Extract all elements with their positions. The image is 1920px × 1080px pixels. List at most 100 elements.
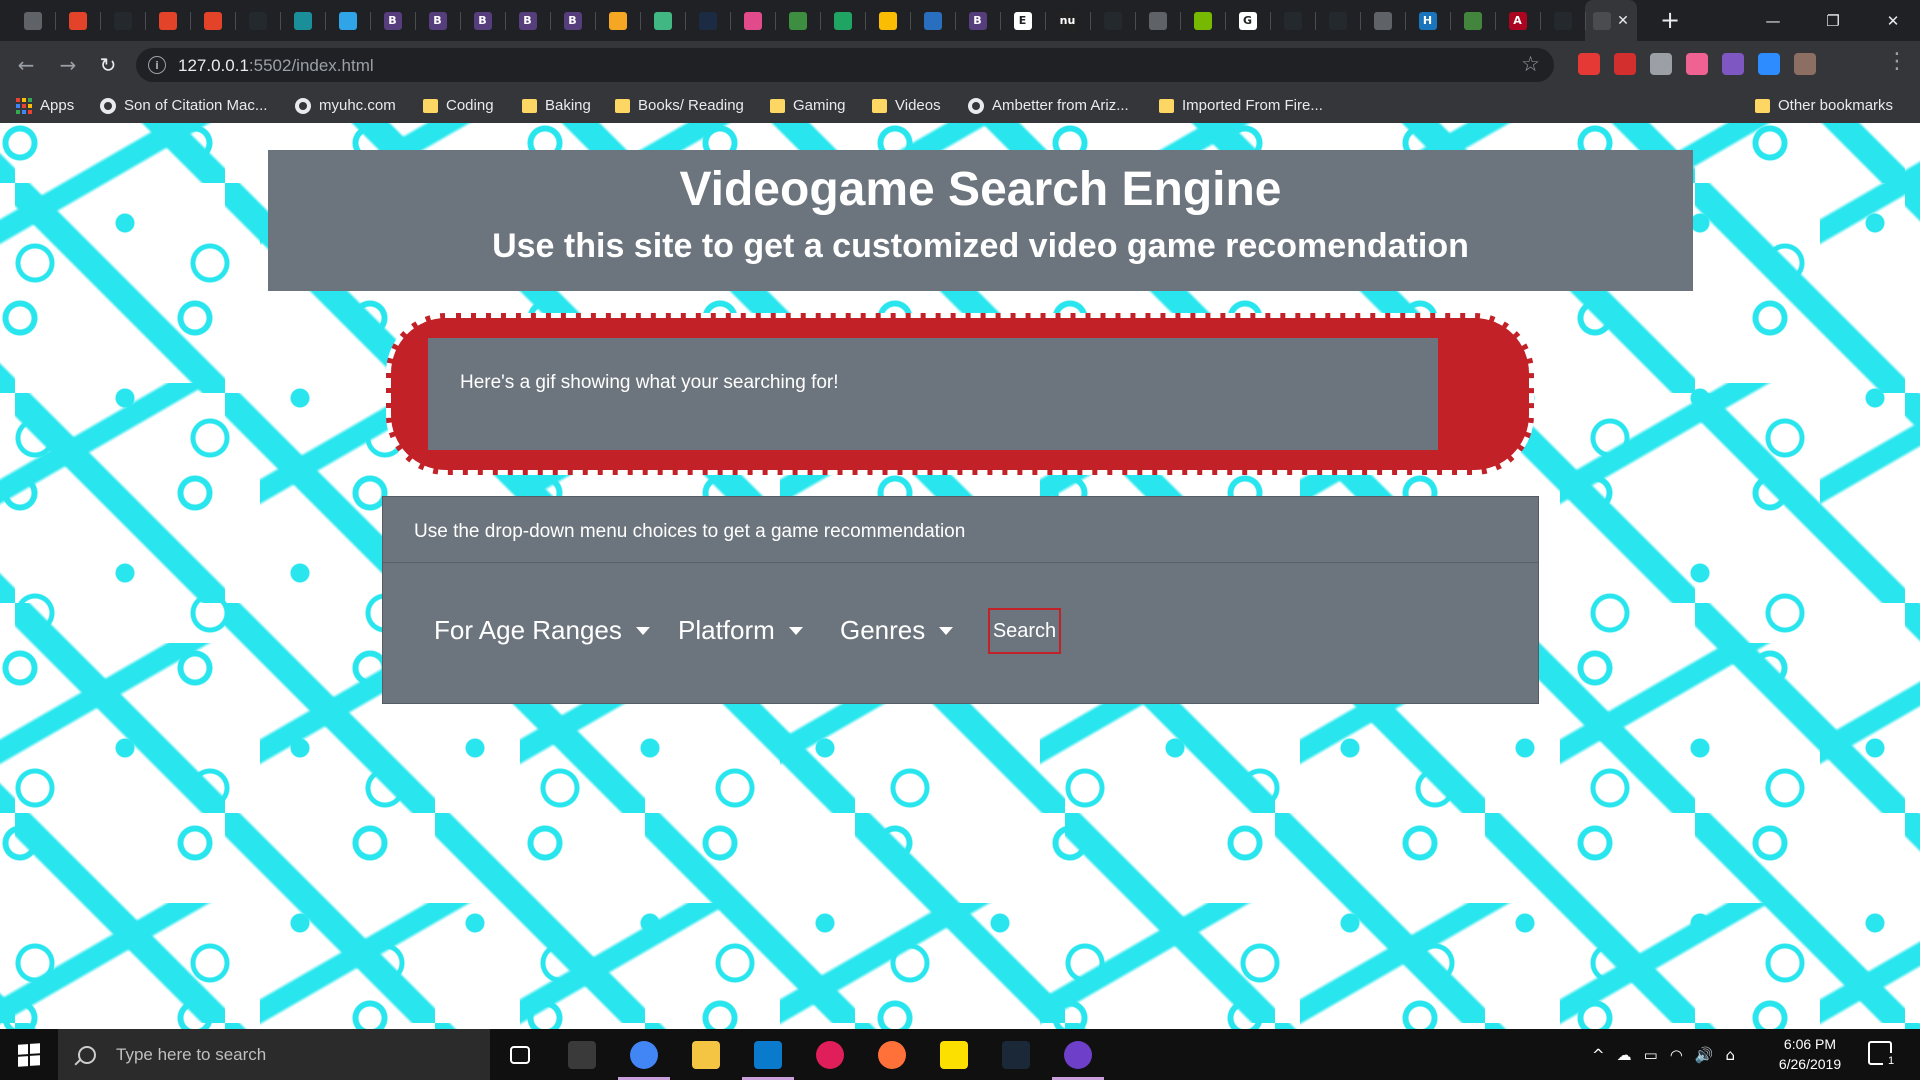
url-text[interactable]: 127.0.0.1:5502/index.html [178,56,374,76]
browser-tab[interactable] [235,0,280,41]
browser-tab[interactable] [910,0,955,41]
taskbar-app-button[interactable] [986,1029,1046,1080]
browser-tab[interactable] [640,0,685,41]
genres-dropdown[interactable]: Genres [840,615,954,646]
browser-tab[interactable] [1540,0,1585,41]
search-button[interactable]: Search [988,608,1061,654]
taskbar-app-button[interactable] [862,1029,922,1080]
browser-tab[interactable] [1315,0,1360,41]
forward-button[interactable]: → [52,49,84,81]
browser-tab[interactable] [1135,0,1180,41]
taskbar-app-button[interactable] [552,1029,612,1080]
browser-tab[interactable] [1450,0,1495,41]
taskbar-app-button[interactable] [614,1029,674,1080]
browser-tab[interactable]: B [460,0,505,41]
extension-icon[interactable] [1794,53,1816,75]
minimize-button[interactable]: — [1750,0,1796,41]
bookmark-item[interactable]: Baking [522,88,591,123]
bookmark-star-icon[interactable]: ☆ [1521,52,1540,76]
back-button[interactable]: ← [10,49,42,81]
platform-dropdown[interactable]: Platform [678,615,803,646]
wave-icon [923,11,942,30]
browser-tab[interactable]: H [1405,0,1450,41]
site-info-icon[interactable]: i [148,56,166,74]
browser-tab[interactable]: B [550,0,595,41]
browser-tab[interactable] [55,0,100,41]
taskbar-app-button[interactable] [1048,1029,1108,1080]
bookmark-label: Videos [895,97,941,114]
bookmark-item[interactable]: Imported From Fire... [1159,88,1323,123]
browser-tab[interactable] [10,0,55,41]
browser-tab[interactable] [280,0,325,41]
bootstrap-icon: B [968,11,987,30]
bookmark-item[interactable]: Ambetter from Ariz... [968,88,1129,123]
restore-button[interactable]: ❐ [1810,0,1856,41]
taskbar-app-button[interactable] [490,1029,550,1080]
bookmark-item[interactable]: Videos [872,88,941,123]
browser-tab[interactable] [685,0,730,41]
bookmark-item[interactable]: Apps [16,88,74,123]
browser-tab[interactable] [865,0,910,41]
new-tab-button[interactable]: + [1654,4,1686,36]
browser-tab[interactable]: nu [1045,0,1090,41]
taskbar-app-button[interactable] [800,1029,860,1080]
browser-tab[interactable] [1270,0,1315,41]
browser-tab-active[interactable]: ✕ [1585,0,1637,41]
bookmark-item[interactable]: Son of Citation Mac... [100,88,267,123]
bookmark-item[interactable]: Books/ Reading [615,88,744,123]
browser-tab[interactable]: G [1225,0,1270,41]
browser-tab[interactable] [730,0,775,41]
browser-tab[interactable] [1360,0,1405,41]
tray-icon[interactable]: ◠ [1670,1046,1683,1064]
browser-tab[interactable] [100,0,145,41]
card-controls: For Age Ranges Platform Genres Search [383,563,1538,705]
github-desktop-icon [1064,1040,1092,1069]
browser-menu-icon[interactable]: ⋮ [1886,49,1908,74]
tray-icon[interactable]: ⌂ [1726,1046,1736,1064]
extension-icon[interactable] [1758,53,1780,75]
browser-tab[interactable] [190,0,235,41]
taskbar-search-box[interactable]: Type here to search [58,1029,490,1080]
browser-tab[interactable]: E [1000,0,1045,41]
close-tab-icon[interactable]: ✕ [1617,13,1629,29]
taskbar-app-button[interactable] [738,1029,798,1080]
other-bookmarks[interactable]: Other bookmarks [1755,88,1893,123]
browser-tab[interactable] [325,0,370,41]
address-bar[interactable]: i 127.0.0.1:5502/index.html ☆ [136,48,1554,82]
extension-icon[interactable] [1650,53,1672,75]
bookmark-item[interactable]: myuhc.com [295,88,396,123]
reload-button[interactable]: ↻ [92,49,124,81]
extension-icon[interactable] [1614,53,1636,75]
bookmark-item[interactable]: Gaming [770,88,846,123]
browser-tab[interactable]: B [415,0,460,41]
browser-tab[interactable] [820,0,865,41]
hero-banner: Videogame Search Engine Use this site to… [268,150,1693,291]
browser-tab[interactable] [595,0,640,41]
browser-tab[interactable]: B [955,0,1000,41]
extension-icon[interactable] [1578,53,1600,75]
age-range-dropdown[interactable]: For Age Ranges [434,615,650,646]
bookmark-label: Coding [446,97,494,114]
browser-tab[interactable] [775,0,820,41]
close-window-button[interactable]: ✕ [1870,0,1916,41]
browser-tab[interactable]: A [1495,0,1540,41]
taskbar-app-button[interactable] [676,1029,736,1080]
browser-tab[interactable]: B [370,0,415,41]
bookmark-item[interactable]: Coding [423,88,494,123]
browser-tab[interactable]: B [505,0,550,41]
extension-icon[interactable] [1686,53,1708,75]
extension-icon[interactable] [1722,53,1744,75]
tray-icon[interactable]: ▭ [1644,1046,1658,1064]
start-button[interactable] [0,1029,58,1080]
system-clock[interactable]: 6:06 PM 6/26/2019 [1770,1034,1850,1074]
h-icon: H [1418,11,1437,30]
folder-icon [1159,98,1174,113]
gif-caption: Here's a gif showing what your searching… [460,372,839,393]
tray-icon[interactable]: ☁ [1617,1046,1632,1064]
browser-tab[interactable] [145,0,190,41]
browser-tab[interactable] [1180,0,1225,41]
browser-tab[interactable] [1090,0,1135,41]
tray-icon[interactable]: 🔊 [1695,1046,1714,1064]
tray-icon[interactable]: ^ [1592,1046,1605,1064]
taskbar-app-button[interactable] [924,1029,984,1080]
